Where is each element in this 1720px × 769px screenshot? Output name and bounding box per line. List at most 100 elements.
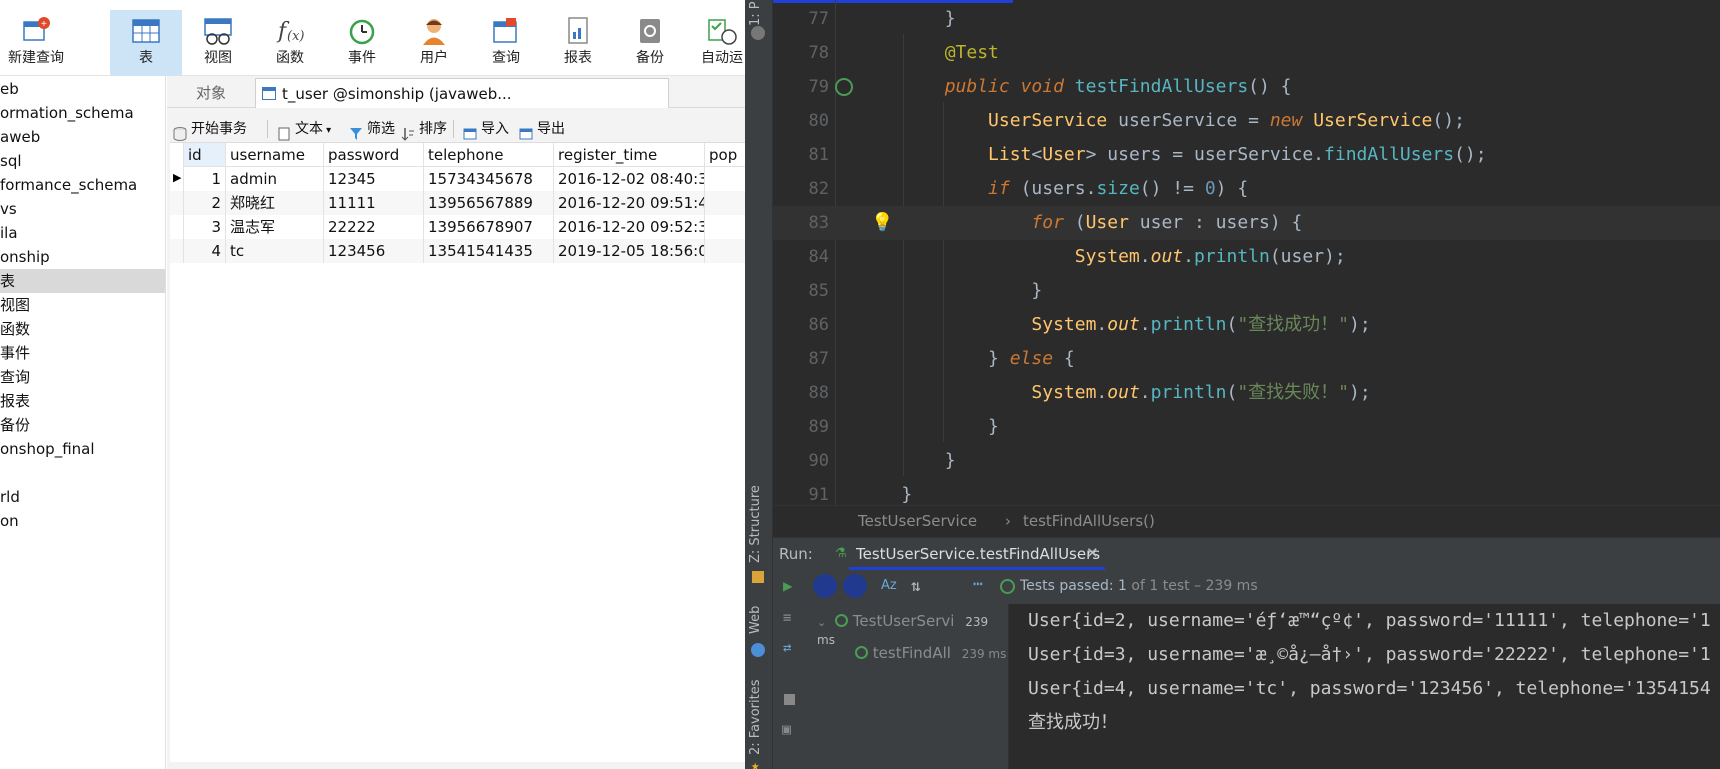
show-passed-icon[interactable]	[813, 574, 837, 598]
function-button[interactable]: f (x) 函数	[254, 10, 326, 74]
tree-item-reports[interactable]: 报表	[0, 389, 165, 413]
column-header[interactable]: telephone	[424, 143, 554, 167]
breadcrumb-method[interactable]: testFindAllUsers()	[1023, 512, 1155, 530]
query-button[interactable]: 查询	[470, 10, 542, 74]
cell-telephone[interactable]: 15734345678	[424, 167, 554, 191]
code-line[interactable]: 89 }	[773, 410, 1720, 444]
code-line[interactable]: 79 public void testFindAllUsers() {	[773, 70, 1720, 104]
console-output[interactable]: User{id=2, username='éƒ‘æ™“çº¢', passwor…	[1010, 604, 1720, 769]
cell-register-time[interactable]: 2019-12-05 18:56:00	[554, 239, 705, 263]
column-header[interactable]: register_time	[554, 143, 705, 167]
tree-item[interactable]: sql	[0, 149, 165, 173]
camera-icon[interactable]: ▣	[782, 720, 791, 738]
table-row[interactable]: 2 郑晓红 11111 13956567889 2016-12-20 09:51…	[170, 191, 745, 215]
text-button[interactable]: 文本 ▾	[275, 114, 331, 144]
cell-register-time[interactable]: 2016-12-20 09:52:36	[554, 215, 705, 239]
tree-item-queries[interactable]: 查询	[0, 365, 165, 389]
report-button[interactable]: 报表	[542, 10, 614, 74]
tree-item-events[interactable]: 事件	[0, 341, 165, 365]
tree-item[interactable]: ila	[0, 221, 165, 245]
cell-username[interactable]: admin	[226, 167, 324, 191]
test-results-tree[interactable]: ⌄ TestUserServi 239 ms testFindAll 239 m…	[809, 604, 1009, 769]
table-row[interactable]: 3 温志军 22222 13956678907 2016-12-20 09:52…	[170, 215, 745, 239]
cell-register-time[interactable]: 2016-12-02 08:40:35	[554, 167, 705, 191]
cell-password[interactable]: 123456	[324, 239, 424, 263]
tree-item[interactable]: aweb	[0, 125, 165, 149]
code-line[interactable]: 90 }	[773, 444, 1720, 478]
cell-password[interactable]: 22222	[324, 215, 424, 239]
sort-duration-icon[interactable]: ⇅	[911, 576, 921, 595]
cell-telephone[interactable]: 13956678907	[424, 215, 554, 239]
more-icon[interactable]: ⋯	[973, 574, 983, 593]
project-tool-button[interactable]: 1: P	[748, 1, 763, 26]
favorites-tool-button[interactable]: 2: Favorites	[748, 679, 763, 755]
cell-pop[interactable]	[705, 167, 745, 191]
tree-item[interactable]: vs	[0, 197, 165, 221]
tab-t-user[interactable]: t_user @simonship (javaweb...	[255, 78, 669, 108]
code-line[interactable]: 80 UserService userService = new UserSer…	[773, 104, 1720, 138]
automation-button[interactable]: 自动运	[686, 10, 745, 74]
cell-pop[interactable]	[705, 239, 745, 263]
cell-id[interactable]: 2	[184, 191, 226, 215]
close-icon[interactable]: ✕	[1086, 544, 1099, 562]
event-button[interactable]: 事件	[326, 10, 398, 74]
collapse-icon[interactable]: ≡	[783, 610, 791, 626]
toggle-icon[interactable]: ⇄	[783, 640, 791, 656]
code-line[interactable]: 88 System.out.println("查找失败！");	[773, 376, 1720, 410]
cell-username[interactable]: tc	[226, 239, 324, 263]
cell-register-time[interactable]: 2016-12-20 09:51:43	[554, 191, 705, 215]
data-grid[interactable]: id username password telephone register_…	[170, 142, 745, 762]
begin-transaction-button[interactable]: 开始事务	[171, 114, 247, 144]
cell-pop[interactable]	[705, 191, 745, 215]
breadcrumb-class[interactable]: TestUserService	[858, 512, 977, 530]
tree-item[interactable]: rld	[0, 485, 165, 509]
rerun-play-icon[interactable]: ▶	[783, 576, 793, 595]
code-line[interactable]: 82 if (users.size() != 0) {	[773, 172, 1720, 206]
sort-alpha-icon[interactable]: Az	[881, 578, 897, 593]
cell-id[interactable]: 1	[184, 167, 226, 191]
stop-icon[interactable]	[784, 694, 795, 705]
column-header[interactable]: id	[184, 143, 226, 167]
table-row[interactable]: ▶ 1 admin 12345 15734345678 2016-12-02 0…	[170, 167, 745, 191]
code-line[interactable]: 85 }	[773, 274, 1720, 308]
code-line[interactable]: 81 List<User> users = userService.findAl…	[773, 138, 1720, 172]
tree-item-backups[interactable]: 备份	[0, 413, 165, 437]
code-line[interactable]: 86 System.out.println("查找成功！");	[773, 308, 1720, 342]
cell-id[interactable]: 4	[184, 239, 226, 263]
column-header[interactable]: password	[324, 143, 424, 167]
filter-button[interactable]: 筛选	[347, 114, 395, 144]
tree-item-views[interactable]: 视图	[0, 293, 165, 317]
run-tab[interactable]: TestUserService.testFindAllUsers	[856, 545, 1100, 563]
code-line[interactable]: 87 } else {	[773, 342, 1720, 376]
cell-password[interactable]: 11111	[324, 191, 424, 215]
table-row[interactable]: 4 tc 123456 13541541435 2019-12-05 18:56…	[170, 239, 745, 263]
tree-item-functions[interactable]: 函数	[0, 317, 165, 341]
sort-button[interactable]: 排序	[399, 114, 447, 144]
run-test-icon[interactable]	[835, 78, 853, 96]
cell-username[interactable]: 温志军	[226, 215, 324, 239]
cell-id[interactable]: 3	[184, 215, 226, 239]
structure-tool-button[interactable]: Z: Structure	[748, 485, 763, 563]
tab-objects[interactable]: 对象	[167, 78, 255, 108]
web-tool-button[interactable]: Web	[748, 606, 763, 634]
tree-item[interactable]: formance_schema	[0, 173, 165, 197]
tree-item-tables[interactable]: 表	[0, 269, 165, 293]
tree-item[interactable]: onship	[0, 245, 165, 269]
column-header[interactable]: username	[226, 143, 324, 167]
cell-telephone[interactable]: 13541541435	[424, 239, 554, 263]
view-button[interactable]: 视图	[182, 10, 254, 74]
test-tree-row[interactable]: testFindAll 239 ms	[855, 644, 1006, 664]
code-line[interactable]: 78 @Test	[773, 36, 1720, 70]
backup-button[interactable]: 备份	[614, 10, 686, 74]
tree-item[interactable]	[0, 461, 165, 485]
user-button[interactable]: 用户	[398, 10, 470, 74]
cell-username[interactable]: 郑晓红	[226, 191, 324, 215]
table-button[interactable]: 表	[110, 10, 182, 76]
cell-telephone[interactable]: 13956567889	[424, 191, 554, 215]
cell-password[interactable]: 12345	[324, 167, 424, 191]
connection-tree[interactable]: eb ormation_schema aweb sql formance_sch…	[0, 76, 166, 769]
tree-item[interactable]: ormation_schema	[0, 101, 165, 125]
test-tree-row[interactable]: ⌄ TestUserServi 239 ms	[817, 612, 1008, 647]
tree-item[interactable]: on	[0, 509, 165, 533]
show-ignored-icon[interactable]	[843, 574, 867, 598]
